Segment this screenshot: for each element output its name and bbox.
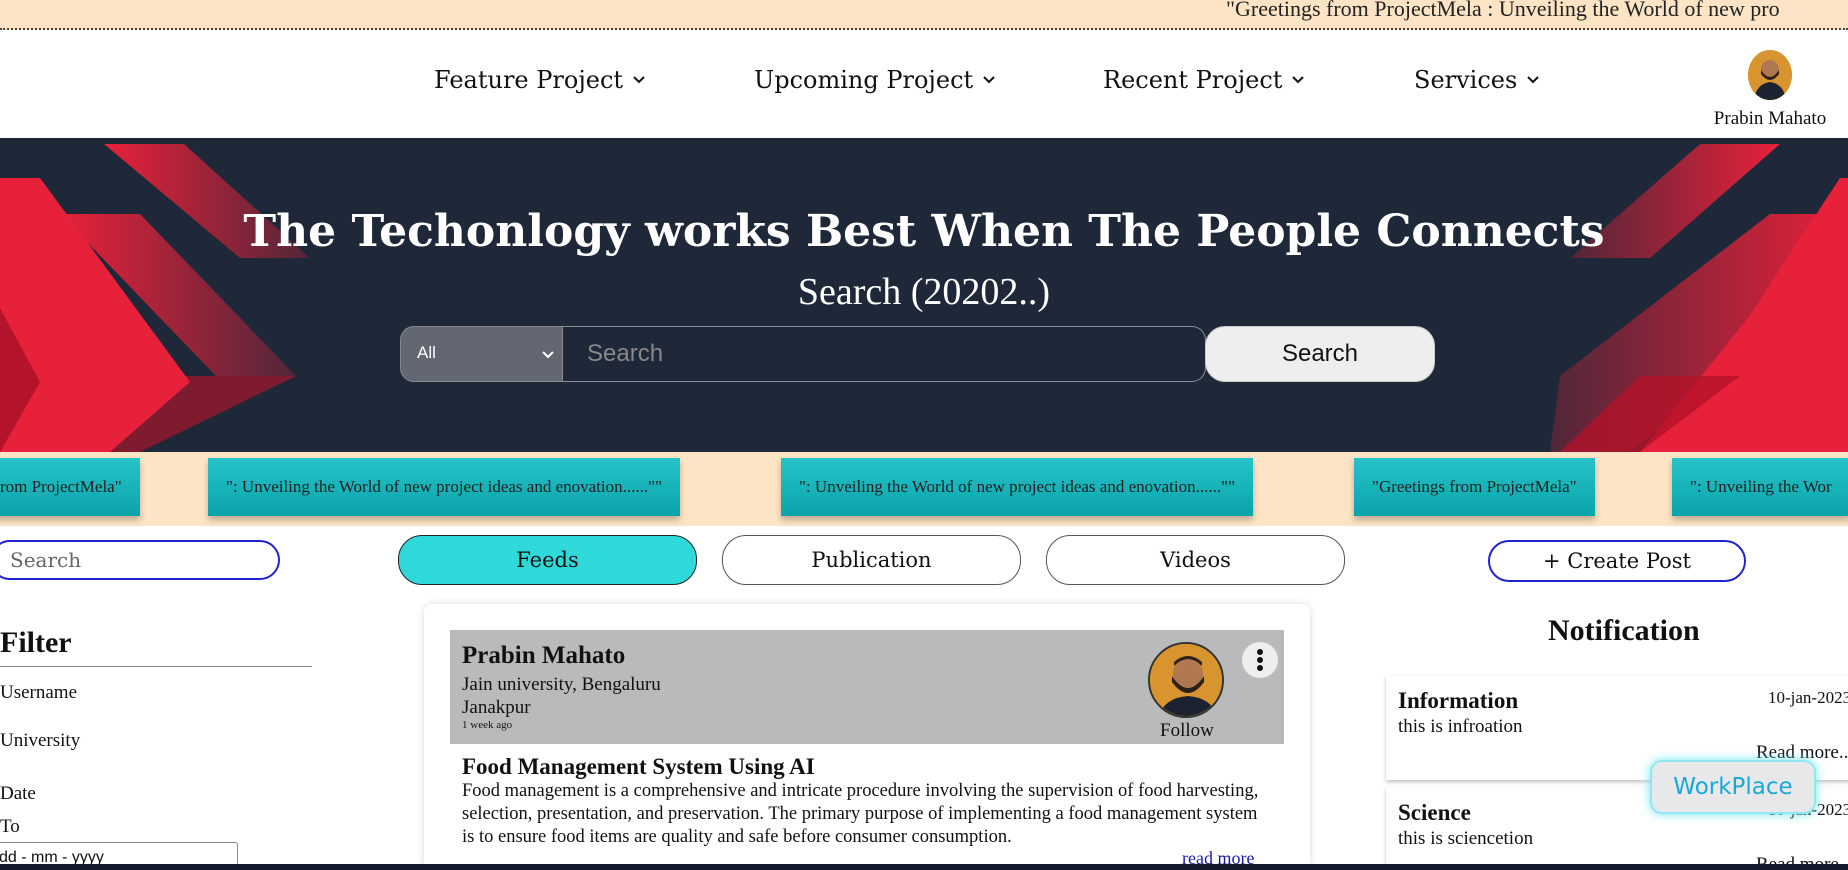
category-select-value: All — [417, 343, 436, 362]
feed-card: Prabin Mahato Jain university, Bengaluru… — [424, 604, 1310, 870]
chevron-down-icon — [542, 351, 554, 359]
filter-to-label: To — [0, 816, 20, 837]
chevron-down-icon — [1527, 76, 1540, 84]
notification-item-desc: this is sciencetion — [1398, 828, 1534, 849]
filter-panel: Filter Username University Date To dd - … — [0, 626, 312, 870]
feed-search-input[interactable]: Search — [0, 540, 280, 580]
tab-videos[interactable]: Videos — [1046, 535, 1345, 585]
profile-name: Prabin Mahato — [1713, 108, 1827, 129]
avatar[interactable] — [1748, 50, 1792, 100]
notification-item-title: Science — [1398, 800, 1471, 825]
create-post-button[interactable]: + Create Post — [1488, 540, 1746, 582]
ticker-item: ": Unveiling the World of new project id… — [208, 458, 681, 516]
top-nav: Feature Project Upcoming Project Recent … — [0, 32, 1848, 138]
filter-username[interactable]: Username — [0, 682, 77, 704]
hero-search-bar: All Search — [400, 326, 1206, 382]
nav-label: Upcoming Project — [754, 66, 974, 94]
post-time: 1 week ago — [462, 719, 513, 731]
hero-search-input[interactable]: Search — [563, 326, 1206, 382]
post-header: Prabin Mahato Jain university, Bengaluru… — [450, 630, 1284, 744]
hero-search-button[interactable]: Search — [1205, 326, 1435, 382]
post-body: Food management is a comprehensive and i… — [462, 781, 1259, 847]
notification-title: Notification — [1548, 614, 1700, 647]
chevron-down-icon — [1292, 76, 1305, 84]
bottom-bar — [0, 864, 1848, 870]
notification-item-desc: this is infroation — [1398, 716, 1523, 737]
filter-title: Filter — [0, 626, 312, 667]
ticker-item: ": Unveiling the Wor — [1672, 458, 1848, 516]
ticker-item: ": Unveiling the World of new project id… — [781, 458, 1254, 516]
filter-university[interactable]: University — [0, 730, 80, 752]
post-author-avatar[interactable] — [1148, 642, 1224, 718]
post-options-button[interactable] — [1242, 642, 1278, 678]
user-avatar-icon — [1150, 644, 1222, 716]
announcement-text: "Greetings from ProjectMela : Unveiling … — [1226, 0, 1780, 21]
user-profile[interactable]: Prabin Mahato — [1700, 50, 1840, 130]
nav-label: Feature Project — [434, 66, 624, 94]
ticker-item: rom ProjectMela" — [0, 458, 140, 516]
chevron-down-icon — [983, 76, 995, 84]
filter-date-label: Date — [0, 783, 36, 804]
hero-title: The Techonlogy works Best When The Peopl… — [243, 206, 1605, 257]
feed-tabs-bar: Search Feeds Publication Videos + Create… — [0, 526, 1848, 592]
nav-label: Services — [1414, 66, 1518, 94]
tab-publication[interactable]: Publication — [722, 535, 1021, 585]
post-city: Janakpur — [462, 697, 531, 718]
nav-upcoming-project[interactable]: Upcoming Project — [754, 66, 995, 94]
more-vertical-icon — [1257, 649, 1263, 671]
post-university: Jain university, Bengaluru — [462, 674, 661, 695]
news-ticker: rom ProjectMela" ": Unveiling the World … — [0, 452, 1848, 526]
nav-services[interactable]: Services — [1414, 66, 1540, 94]
notification-item-title: Information — [1398, 688, 1519, 713]
workplace-button[interactable]: WorkPlace — [1650, 760, 1816, 814]
notification-item-date: 10-jan-2023 — [1768, 688, 1848, 707]
hero-subtitle: Search (20202..) — [797, 271, 1051, 313]
tab-feeds[interactable]: Feeds — [398, 535, 697, 585]
hero-banner: The Techonlogy works Best When The Peopl… — [0, 138, 1848, 452]
ticker-item: "Greetings from ProjectMela" — [1354, 458, 1595, 516]
post-author-name[interactable]: Prabin Mahato — [462, 642, 625, 670]
announcement-strip: "Greetings from ProjectMela : Unveiling … — [0, 0, 1848, 30]
category-select[interactable]: All — [400, 326, 563, 382]
user-avatar-icon — [1748, 50, 1792, 100]
nav-label: Recent Project — [1103, 66, 1283, 94]
chevron-down-icon — [633, 76, 645, 84]
nav-feature-project[interactable]: Feature Project — [434, 66, 645, 94]
nav-recent-project[interactable]: Recent Project — [1103, 66, 1305, 94]
follow-button[interactable]: Follow — [1160, 720, 1214, 742]
post-title[interactable]: Food Management System Using AI — [462, 754, 815, 780]
